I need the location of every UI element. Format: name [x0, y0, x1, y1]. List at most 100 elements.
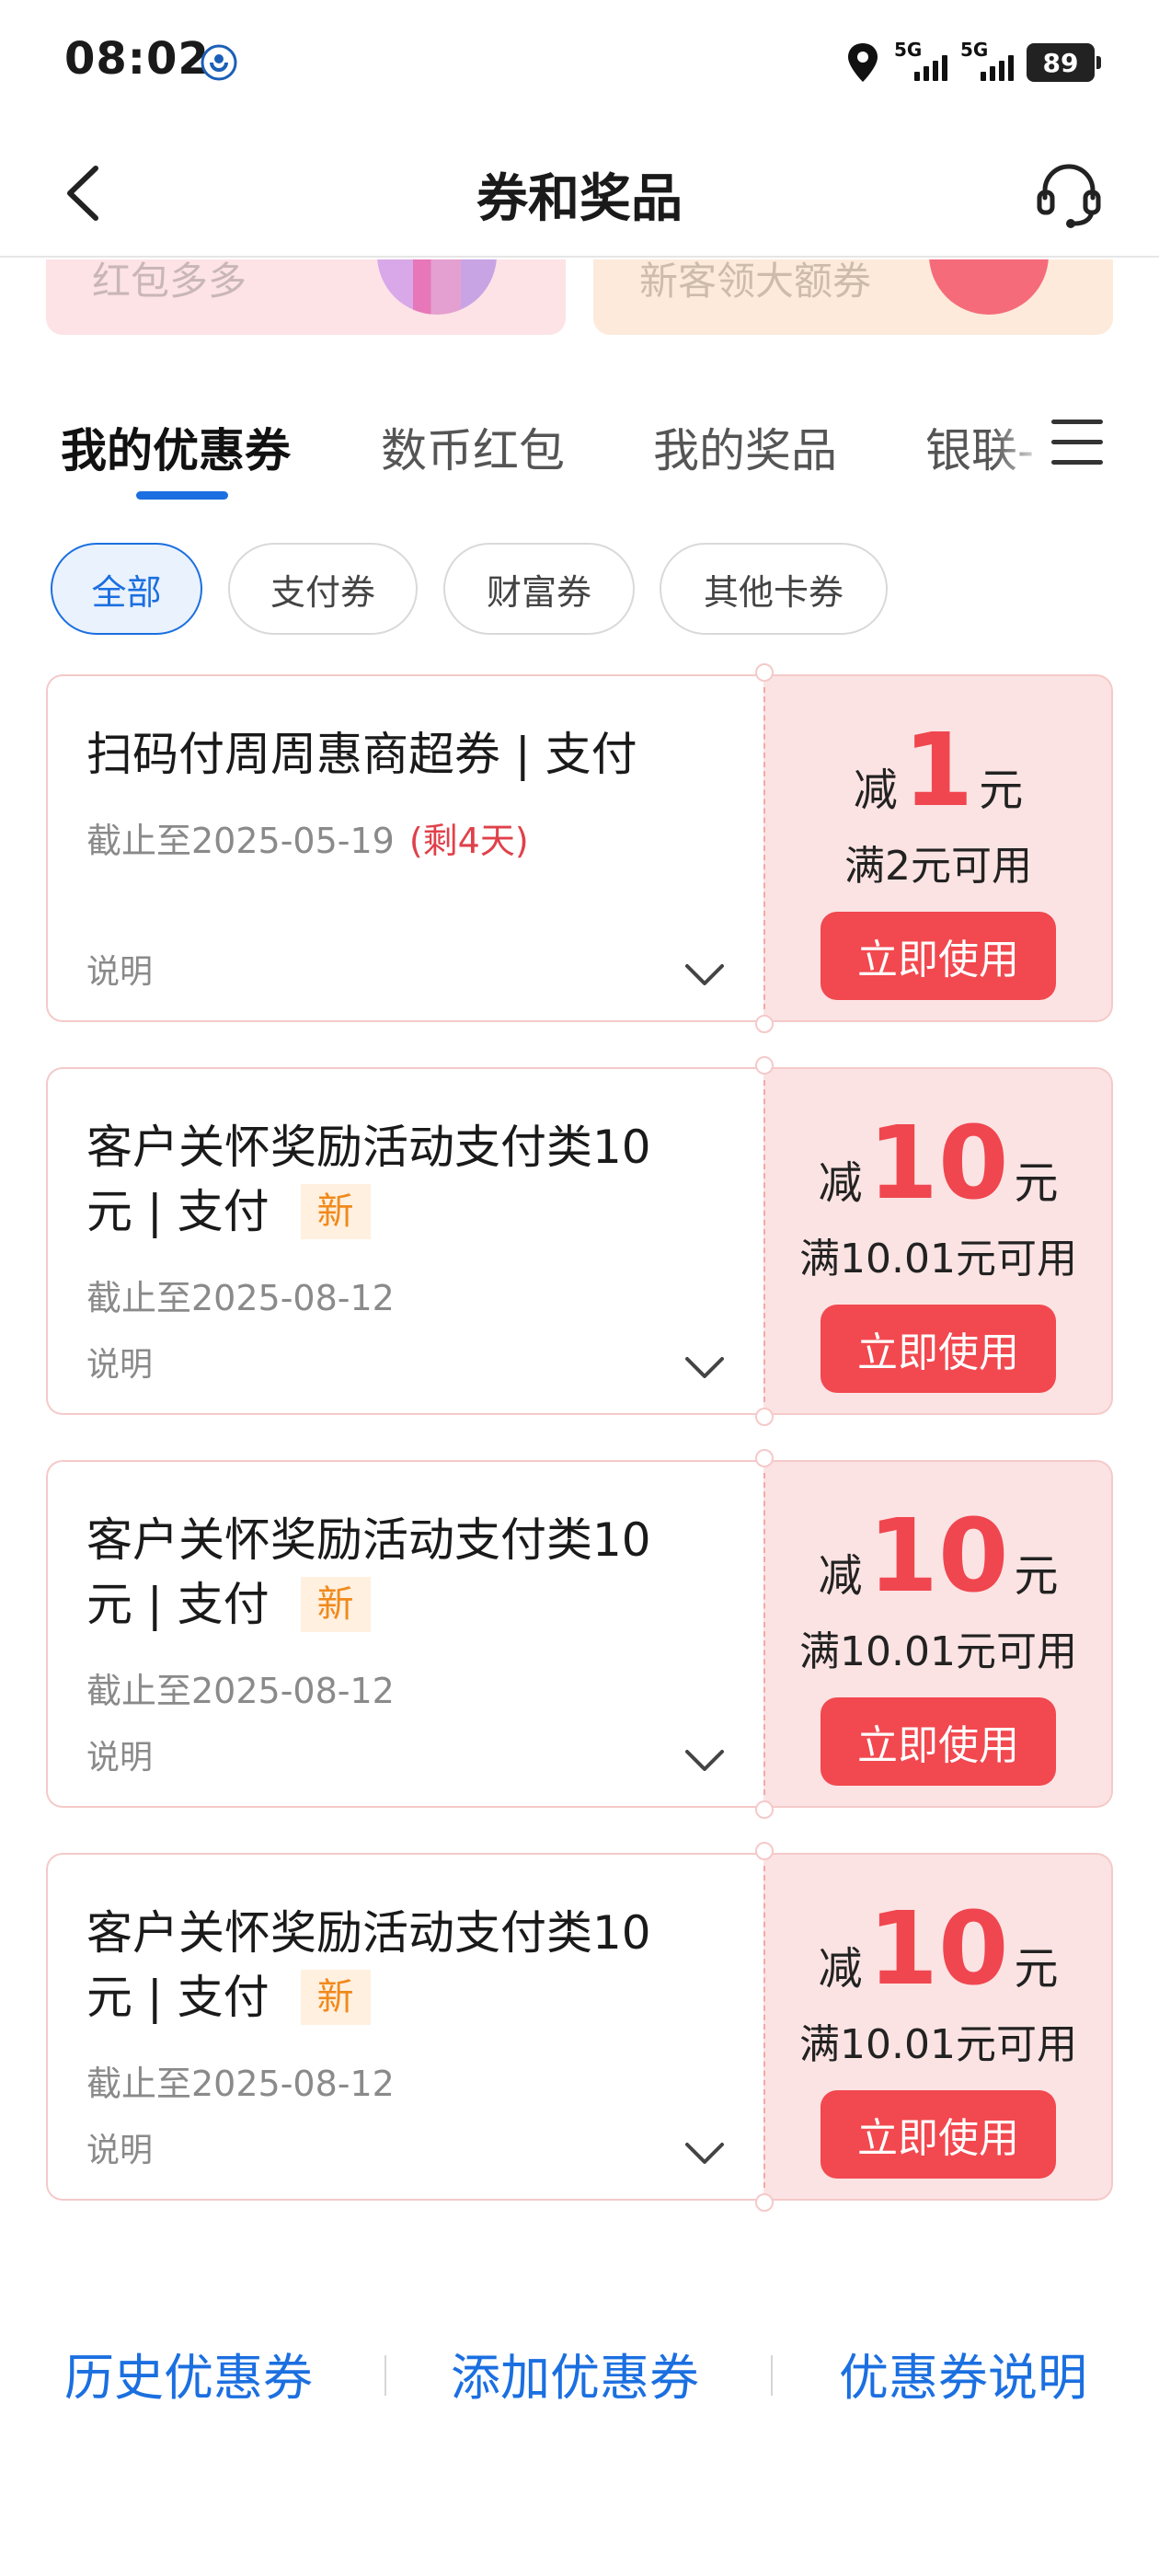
- coupon-title-line1: 客户关怀奖励活动支付类10: [86, 1121, 651, 1174]
- coupon-amount-prefix: 减: [818, 1550, 863, 1602]
- coupon-notch: [755, 1408, 774, 1426]
- coupon-amount: 减10 元: [763, 1505, 1113, 1606]
- category-tabs: 我的优惠券 数币红包 我的奖品 银联-: [0, 368, 1159, 506]
- coupon-description-label[interactable]: 说明: [86, 2123, 153, 2171]
- coupon-info: 客户关怀奖励活动支付类10 元 | 支付新 截止至2025-08-12 说明: [46, 1460, 763, 1808]
- coupon-notch: [755, 1842, 774, 1860]
- use-now-button[interactable]: 立即使用: [820, 2090, 1056, 2179]
- promo-banner-right[interactable]: 新客领大额券: [593, 259, 1113, 335]
- coupon-divider: [763, 687, 765, 1009]
- chevron-down-icon[interactable]: [684, 963, 725, 987]
- tab-my-coupons[interactable]: 我的优惠券: [61, 414, 291, 480]
- signal-icon-2: 5G: [960, 39, 1014, 83]
- coupon-title-line1: 客户关怀奖励活动支付类10: [86, 1513, 651, 1567]
- coupon-value-panel: 减10 元 满10.01元可用 立即使用: [763, 1853, 1113, 2201]
- location-icon: [848, 43, 878, 82]
- coupon-card[interactable]: 扫码付周周惠商超券 | 支付 截止至2025-05-19 (剩4天) 说明 减1 元…: [46, 663, 1113, 1033]
- new-badge: 新: [300, 1576, 371, 1632]
- add-coupon-link[interactable]: 添加优惠券: [451, 2337, 699, 2409]
- coupon-amount-prefix: 减: [818, 1943, 863, 1995]
- navigation-bar: 券和奖品: [0, 124, 1159, 258]
- coupon-divider: [763, 1866, 765, 2188]
- coupon-condition: 满10.01元可用: [799, 2021, 1077, 2068]
- coupon-notch: [755, 1449, 774, 1467]
- coupon-amount-value: 10: [867, 1104, 1009, 1222]
- filter-wealth[interactable]: 财富券: [443, 543, 635, 635]
- filter-other-cards[interactable]: 其他卡券: [660, 543, 888, 635]
- tabs-fade: [993, 405, 1049, 478]
- status-time: 08:02: [64, 33, 210, 85]
- battery-indicator: 89: [1027, 43, 1101, 82]
- coupon-expiry: 截止至2025-08-12: [86, 1671, 395, 1711]
- history-coupons-link[interactable]: 历史优惠券: [64, 2337, 313, 2409]
- coupon-title-line2: 元 | 支付: [86, 1971, 270, 2024]
- coupon-amount-value: 1: [902, 711, 974, 829]
- coupon-info-link[interactable]: 优惠券说明: [839, 2337, 1087, 2409]
- coupon-condition: 满10.01元可用: [799, 1628, 1077, 1675]
- use-now-button[interactable]: 立即使用: [820, 1305, 1056, 1393]
- coupon-notch: [755, 2193, 774, 2212]
- coupon-title-line2: 元 | 支付: [86, 1578, 270, 1631]
- coupon-description-label[interactable]: 说明: [86, 945, 153, 993]
- link-separator: [384, 2355, 386, 2396]
- banner-text-left: 红包多多: [92, 259, 247, 304]
- coupon-divider: [763, 1080, 765, 1402]
- chevron-down-icon[interactable]: [684, 1356, 725, 1380]
- coupon-value-panel: 减1 元 满2元可用 立即使用: [763, 674, 1113, 1022]
- page-title: 券和奖品: [476, 169, 683, 229]
- coupon-expiry: 截止至2025-05-19 (剩4天): [86, 812, 529, 863]
- tab-active-indicator: [136, 491, 228, 500]
- coupon-notch: [755, 663, 774, 682]
- tab-digital-red-packets[interactable]: 数币红包: [381, 414, 565, 480]
- gift-icon: [377, 259, 497, 315]
- link-separator: [771, 2355, 773, 2396]
- coupon-notch: [755, 1800, 774, 1819]
- menu-icon[interactable]: [1051, 420, 1103, 475]
- new-badge: 新: [300, 1183, 371, 1239]
- promo-banner-left[interactable]: 红包多多: [46, 259, 566, 335]
- coupon-expiry-date: 截止至2025-05-19: [86, 821, 395, 861]
- coupon-title: 客户关怀奖励活动支付类10 元 | 支付新: [86, 1115, 730, 1244]
- chevron-down-icon[interactable]: [684, 2142, 725, 2166]
- coupon-expiry: 截止至2025-08-12: [86, 1278, 395, 1318]
- chevron-down-icon[interactable]: [684, 1749, 725, 1773]
- signal-icon-1: 5G: [894, 39, 947, 83]
- coupon-amount-unit: 元: [1014, 1550, 1059, 1602]
- coupon-description-label[interactable]: 说明: [86, 1338, 153, 1386]
- coupon-description-label[interactable]: 说明: [86, 1731, 153, 1778]
- tab-my-prizes[interactable]: 我的奖品: [653, 414, 837, 480]
- coupon-amount-value: 10: [867, 1497, 1009, 1615]
- filter-all[interactable]: 全部: [51, 543, 202, 635]
- coupon-title-line2: 元 | 支付: [86, 1185, 270, 1238]
- filter-chips: 全部 支付券 财富券 其他卡券: [0, 543, 1159, 635]
- coupon-condition: 满10.01元可用: [799, 1236, 1077, 1282]
- coupon-amount-value: 10: [867, 1890, 1009, 2007]
- status-bar: 08:02 5G 5G 89: [0, 0, 1159, 124]
- coupon-amount: 减10 元: [763, 1112, 1113, 1213]
- headset-icon[interactable]: [1032, 157, 1106, 231]
- coupon-amount-prefix: 减: [853, 765, 898, 816]
- coupon-condition: 满2元可用: [844, 843, 1032, 890]
- coupon-value-panel: 减10 元 满10.01元可用 立即使用: [763, 1067, 1113, 1415]
- coupon-amount-unit: 元: [1014, 1943, 1059, 1995]
- use-now-button[interactable]: 立即使用: [820, 1697, 1056, 1786]
- use-now-button[interactable]: 立即使用: [820, 912, 1056, 1000]
- coupon-card[interactable]: 客户关怀奖励活动支付类10 元 | 支付新 截止至2025-08-12 说明 减1…: [46, 1842, 1113, 2212]
- coupon-card[interactable]: 客户关怀奖励活动支付类10 元 | 支付新 截止至2025-08-12 说明 减1…: [46, 1449, 1113, 1819]
- coupon-title: 扫码付周周惠商超券 | 支付: [86, 728, 637, 781]
- coupon-info: 客户关怀奖励活动支付类10 元 | 支付新 截止至2025-08-12 说明: [46, 1853, 763, 2201]
- coupon-notch: [755, 1015, 774, 1033]
- coupon-title: 客户关怀奖励活动支付类10 元 | 支付新: [86, 1508, 730, 1637]
- coupon-amount-unit: 元: [1014, 1157, 1059, 1209]
- coupon-value-panel: 减10 元 满10.01元可用 立即使用: [763, 1460, 1113, 1808]
- filter-payment[interactable]: 支付券: [228, 543, 418, 635]
- coupon-divider: [763, 1473, 765, 1795]
- coupon-title: 客户关怀奖励活动支付类10 元 | 支付新: [86, 1901, 730, 2030]
- coupon-amount: 减1 元: [763, 719, 1113, 821]
- coupon-card[interactable]: 客户关怀奖励活动支付类10 元 | 支付新 截止至2025-08-12 说明 减1…: [46, 1056, 1113, 1426]
- status-indicators: 5G 5G 89: [844, 37, 1101, 88]
- coupon-amount: 减10 元: [763, 1898, 1113, 1999]
- coupon-notch: [755, 1056, 774, 1075]
- coupon-amount-prefix: 减: [818, 1157, 863, 1209]
- coupon-info: 客户关怀奖励活动支付类10 元 | 支付新 截止至2025-08-12 说明: [46, 1067, 763, 1415]
